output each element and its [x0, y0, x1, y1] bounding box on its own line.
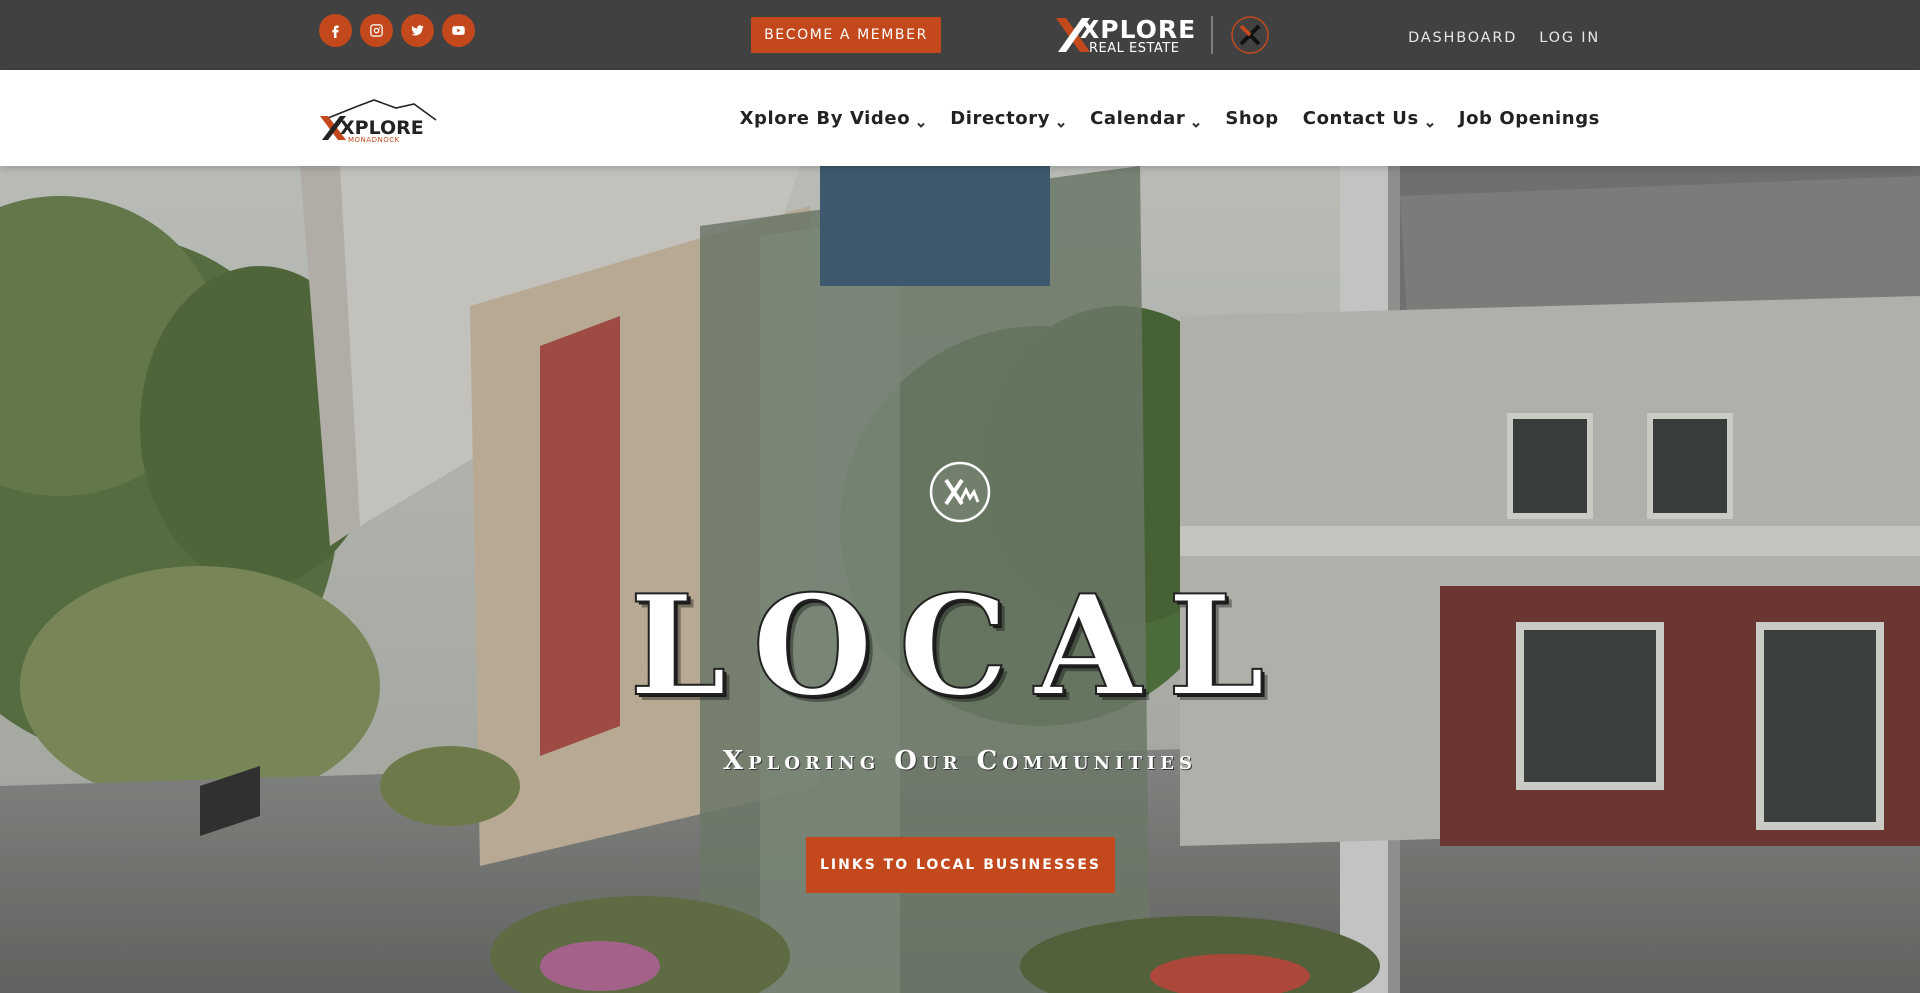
local-businesses-button[interactable]: LINKS TO LOCAL BUSINESSES	[806, 837, 1115, 893]
chevron-down-icon	[1191, 114, 1201, 128]
hero-subtitle: Xploring Our Communities	[723, 746, 1197, 776]
site-logo-tagline: MONADNOCK	[348, 136, 400, 144]
menu-item-calendar[interactable]: Calendar	[1090, 108, 1201, 129]
menu-item-xplore-by-video[interactable]: Xplore By Video	[740, 108, 927, 129]
menu-item-job-openings[interactable]: Job Openings	[1459, 108, 1600, 129]
become-member-button[interactable]: BECOME A MEMBER	[751, 17, 941, 53]
x-circle-icon	[1231, 16, 1269, 54]
hero-title: LOCAL	[628, 563, 1291, 728]
menu-item-label: Calendar	[1090, 108, 1186, 129]
xplore-real-estate-logo[interactable]: XPLORE REAL ESTATE	[1052, 12, 1272, 58]
twitter-icon	[411, 25, 424, 36]
menu-item-label: Job Openings	[1458, 108, 1600, 129]
main-navigation: XPLORE MONADNOCK Xplore By Video Directo…	[0, 70, 1920, 166]
brand-logo-line1: XPLORE	[1080, 15, 1196, 44]
xplore-emblem-icon	[928, 460, 992, 524]
account-links: DASHBOARD LOG IN	[1408, 30, 1600, 46]
youtube-link[interactable]	[442, 14, 475, 47]
dashboard-link[interactable]: DASHBOARD	[1408, 30, 1517, 46]
twitter-link[interactable]	[401, 14, 434, 47]
menu-item-label: Shop	[1225, 108, 1279, 129]
brand-logo-line2: REAL ESTATE	[1089, 41, 1179, 56]
menu-item-shop[interactable]: Shop	[1225, 108, 1278, 129]
chevron-down-icon	[1425, 114, 1435, 128]
social-links	[319, 14, 475, 47]
menu-item-directory[interactable]: Directory	[950, 108, 1066, 129]
login-link[interactable]: LOG IN	[1539, 30, 1600, 46]
main-menu: Xplore By Video Directory Calendar Shop …	[740, 108, 1600, 129]
instagram-icon	[370, 24, 383, 37]
menu-item-label: Directory	[950, 108, 1051, 129]
facebook-icon	[332, 25, 339, 38]
menu-item-label: Xplore By Video	[739, 108, 911, 129]
facebook-link[interactable]	[319, 14, 352, 47]
youtube-icon	[452, 26, 465, 35]
menu-item-contact-us[interactable]: Contact Us	[1303, 108, 1435, 129]
hero-section: LOCAL Xploring Our Communities LINKS TO …	[0, 166, 1920, 993]
top-bar: BECOME A MEMBER XPLORE REAL ESTATE DASHB…	[0, 0, 1920, 70]
menu-item-label: Contact Us	[1302, 108, 1419, 129]
chevron-down-icon	[1056, 114, 1066, 128]
chevron-down-icon	[916, 114, 926, 128]
xplore-monadnock-logo[interactable]: XPLORE MONADNOCK	[318, 96, 442, 144]
instagram-link[interactable]	[360, 14, 393, 47]
